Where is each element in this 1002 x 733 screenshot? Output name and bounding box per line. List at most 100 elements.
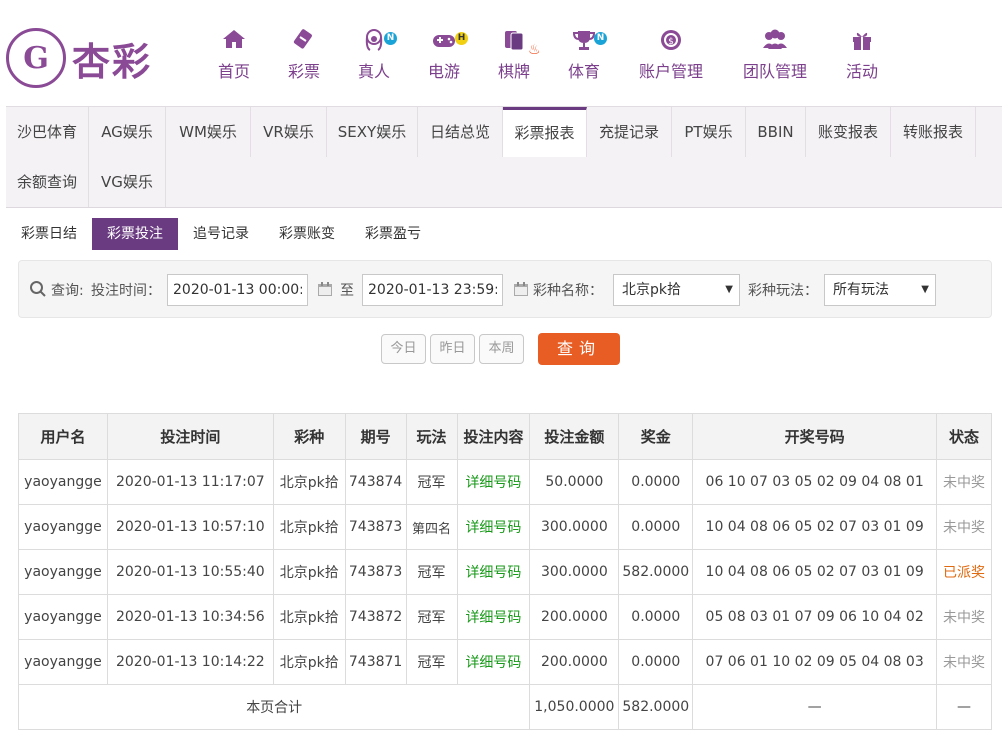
team-icon — [740, 28, 810, 54]
tab-sexy[interactable]: SEXY娱乐 — [327, 107, 418, 157]
tab-pt[interactable]: PT娱乐 — [672, 107, 746, 157]
tab-account-changes[interactable]: 账变报表 — [806, 107, 891, 157]
lottery-cell: 北京pk拾 — [272, 549, 346, 595]
subtab-chase[interactable]: 追号记录 — [186, 218, 256, 250]
nav-account[interactable]: $ 账户管理 — [636, 28, 706, 88]
col-header: 状态 — [936, 413, 992, 460]
issue-cell: 743873 — [344, 549, 407, 595]
detail-link[interactable]: 详细号码 — [456, 594, 531, 640]
tab-vr[interactable]: VR娱乐 — [251, 107, 327, 157]
detail-link[interactable]: 详细号码 — [456, 459, 531, 505]
total-numbers-cell: — — [692, 684, 938, 730]
subtab-profit-loss[interactable]: 彩票盈亏 — [358, 218, 428, 250]
status-cell: 未中奖 — [936, 639, 992, 685]
table-footer-row: 本页合计 1,050.0000 582.0000 — — — [17, 684, 992, 730]
table-row: yaoyangge 2020-01-13 11:17:07 北京pk拾 7438… — [18, 459, 992, 505]
prize-cell: 0.0000 — [618, 459, 694, 505]
nav-label: 电游 — [427, 62, 460, 81]
amount-cell: 200.0000 — [529, 594, 620, 640]
home-icon — [214, 28, 254, 54]
subtab-daily[interactable]: 彩票日结 — [14, 218, 84, 250]
nav-team[interactable]: 团队管理 — [740, 28, 810, 88]
search-button[interactable]: 查询 — [538, 333, 620, 365]
lottery-name-label: 彩种名称： — [533, 283, 603, 299]
col-header: 用户名 — [18, 413, 108, 460]
username-cell: yaoyangge — [18, 504, 108, 550]
draw-numbers-cell: 06 10 07 03 05 02 09 04 08 01 — [692, 459, 938, 505]
end-time-input[interactable] — [362, 274, 503, 306]
calendar-icon[interactable] — [513, 281, 529, 301]
total-amount-cell: 1,050.0000 — [529, 684, 620, 730]
detail-link[interactable]: 详细号码 — [456, 639, 531, 685]
table-row: yaoyangge 2020-01-13 10:57:10 北京pk拾 7438… — [18, 504, 992, 550]
lottery-ticket-icon — [284, 28, 324, 54]
issue-cell: 743871 — [344, 639, 407, 685]
tab-balance-query[interactable]: 余额查询 — [6, 157, 89, 207]
tab-bbin[interactable]: BBIN — [746, 107, 806, 157]
yesterday-button[interactable]: 昨日 — [430, 334, 475, 364]
logo-mark: G — [6, 28, 66, 88]
col-header: 奖金 — [618, 413, 694, 460]
page-total-label: 本页合计 — [17, 684, 531, 730]
logo[interactable]: G 杏彩 — [6, 26, 166, 90]
bet-time-cell: 2020-01-13 10:55:40 — [106, 549, 274, 595]
lottery-select[interactable]: 北京pk拾 ▼ — [613, 274, 740, 306]
issue-cell: 743872 — [344, 594, 407, 640]
nav-chess[interactable]: ♨ 棋牌 — [494, 28, 541, 88]
username-cell: yaoyangge — [18, 639, 108, 685]
bet-time-cell: 2020-01-13 10:14:22 — [106, 639, 274, 685]
nav-live[interactable]: N 真人 — [354, 28, 397, 88]
tab-lottery-report[interactable]: 彩票报表 — [503, 107, 587, 157]
detail-link[interactable]: 详细号码 — [456, 504, 531, 550]
lottery-cell: 北京pk拾 — [272, 594, 346, 640]
play-cell: 第四名 — [405, 504, 458, 550]
status-cell: 未中奖 — [936, 459, 992, 505]
play-cell: 冠军 — [405, 639, 458, 685]
tab-ag[interactable]: AG娱乐 — [89, 107, 166, 157]
start-time-input[interactable] — [167, 274, 308, 306]
svg-text:$: $ — [668, 37, 674, 47]
nav-lottery[interactable]: 彩票 — [284, 28, 324, 88]
subtab-bets[interactable]: 彩票投注 — [92, 218, 178, 250]
col-header: 期号 — [344, 413, 407, 460]
dropdown-arrow-icon: ▼ — [921, 284, 929, 295]
status-cell: 未中奖 — [936, 594, 992, 640]
account-icon: $ — [636, 28, 706, 54]
hot-badge: H — [455, 32, 468, 45]
lottery-cell: 北京pk拾 — [272, 639, 346, 685]
tab-vg[interactable]: VG娱乐 — [89, 157, 166, 207]
calendar-icon[interactable] — [317, 281, 333, 301]
this-week-button[interactable]: 本周 — [479, 334, 524, 364]
tab-transfer-report[interactable]: 转账报表 — [891, 107, 976, 157]
nav-label: 真人 — [357, 62, 390, 81]
nav-label: 活动 — [845, 62, 878, 81]
prize-cell: 582.0000 — [618, 549, 694, 595]
table-row: yaoyangge 2020-01-13 10:14:22 北京pk拾 7438… — [18, 639, 992, 685]
tab-deposit-withdraw[interactable]: 充提记录 — [587, 107, 672, 157]
nav-label: 体育 — [567, 62, 600, 81]
detail-link[interactable]: 详细号码 — [456, 549, 531, 595]
play-type-select[interactable]: 所有玩法 ▼ — [824, 274, 936, 306]
draw-numbers-cell: 07 06 01 10 02 09 05 04 08 03 — [692, 639, 938, 685]
username-cell: yaoyangge — [18, 549, 108, 595]
subtab-account-change[interactable]: 彩票账变 — [272, 218, 342, 250]
top-header: G 杏彩 首页 彩票 N 真人 H 电游 ♨ 棋牌 N 体育 $ 账户管理 团队… — [0, 0, 1002, 106]
nav-sports[interactable]: N 体育 — [564, 28, 607, 88]
tab-wm[interactable]: WM娱乐 — [166, 107, 251, 157]
tab-saba-sports[interactable]: 沙巴体育 — [6, 107, 89, 157]
draw-numbers-cell: 10 04 08 06 05 02 07 03 01 09 — [692, 549, 938, 595]
nav-egame[interactable]: H 电游 — [424, 28, 468, 88]
new-badge: N — [594, 32, 607, 45]
draw-numbers-cell: 05 08 03 01 07 09 06 10 04 02 — [692, 594, 938, 640]
today-button[interactable]: 今日 — [381, 334, 426, 364]
nav-events[interactable]: 活动 — [842, 28, 882, 88]
gift-icon — [842, 28, 882, 54]
tab-daily-overview[interactable]: 日结总览 — [418, 107, 503, 157]
search-icon — [29, 280, 47, 302]
status-cell: 已派奖 — [936, 549, 992, 595]
col-header: 投注时间 — [106, 413, 274, 460]
bet-time-cell: 2020-01-13 10:57:10 — [106, 504, 274, 550]
total-prize-cell: 582.0000 — [618, 684, 694, 730]
col-header: 开奖号码 — [692, 413, 938, 460]
nav-home[interactable]: 首页 — [214, 28, 254, 88]
